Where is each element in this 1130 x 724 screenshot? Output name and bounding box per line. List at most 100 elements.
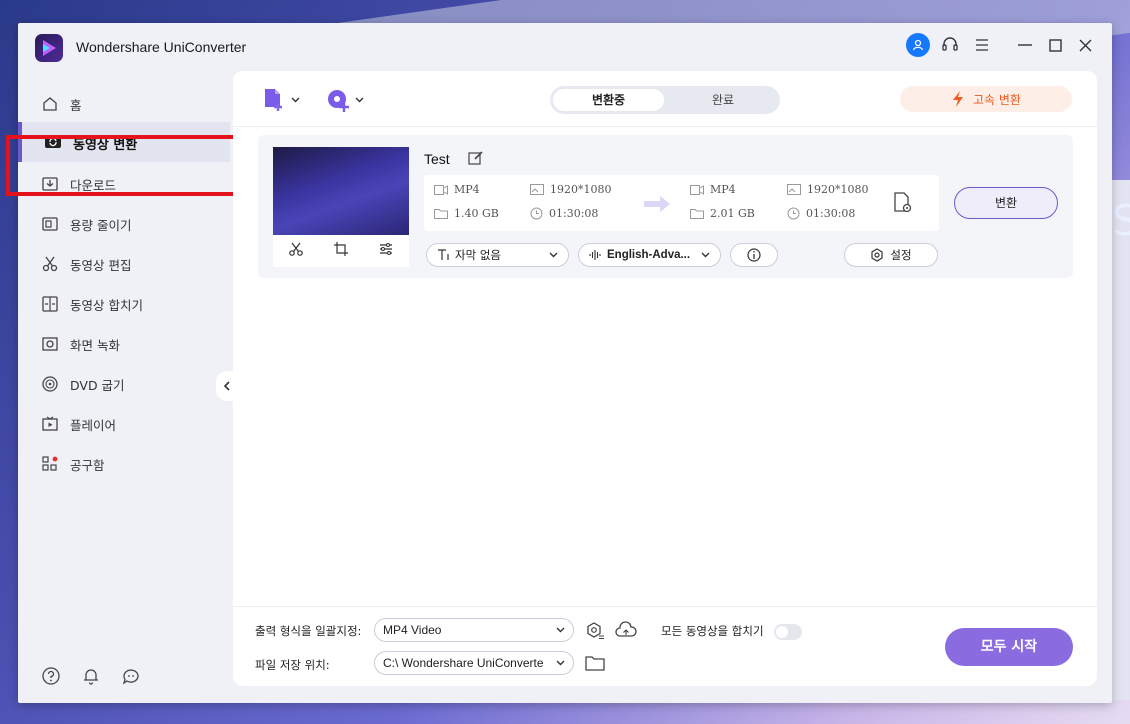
minimize-icon[interactable] xyxy=(1013,33,1037,57)
chevron-down-icon xyxy=(291,97,300,103)
bell-icon[interactable] xyxy=(80,665,102,687)
format-info-box: MP4 1920*1080 1.40 GB 01:30:08 MP4 1920*… xyxy=(424,175,939,231)
add-files-button[interactable] xyxy=(261,87,300,113)
app-window: Wondershare UniConverter 홈 동영상 변환 다운로드 용… xyxy=(6,23,1112,703)
sidebar-item-label: 홈 xyxy=(70,97,82,113)
settings-icon xyxy=(871,248,884,262)
save-location-select[interactable]: C:\ Wondershare UniConverte xyxy=(374,651,574,675)
highlight-box xyxy=(6,135,238,196)
toolbox-icon xyxy=(40,454,60,474)
chevron-down-icon xyxy=(355,97,364,103)
dvd-icon xyxy=(40,374,60,394)
feedback-icon[interactable] xyxy=(120,665,142,687)
tab-converting[interactable]: 변환중 xyxy=(553,89,664,111)
menu-icon[interactable] xyxy=(970,33,994,57)
chevron-left-icon xyxy=(223,381,230,391)
output-settings-icon[interactable] xyxy=(892,191,914,219)
home-icon xyxy=(40,94,60,114)
lightning-icon xyxy=(953,91,963,107)
format-settings-icon[interactable] xyxy=(585,621,605,645)
fast-convert-button[interactable]: 고속 변환 xyxy=(900,86,1072,112)
rename-edit-icon[interactable] xyxy=(468,150,484,170)
crop-icon[interactable] xyxy=(333,241,349,261)
video-format-icon xyxy=(690,184,704,195)
source-duration: 01:30:08 xyxy=(530,207,598,220)
resolution-icon xyxy=(530,184,544,195)
player-icon xyxy=(40,414,60,434)
video-format-icon xyxy=(434,184,448,195)
sidebar-item-compress[interactable]: 용량 줄이기 xyxy=(40,212,131,236)
chevron-down-icon xyxy=(701,252,710,258)
output-format-label: 출력 형식을 일괄지정: xyxy=(255,624,362,638)
background-letter: S xyxy=(1112,196,1130,245)
main-toolbar: 변환중 완료 고속 변환 xyxy=(233,71,1097,127)
sidebar-item-label: 동영상 합치기 xyxy=(70,297,143,313)
sidebar-item-merge[interactable]: 동영상 합치기 xyxy=(40,292,143,316)
close-icon[interactable] xyxy=(1073,33,1097,57)
cloud-icon[interactable] xyxy=(615,621,637,643)
resolution-icon xyxy=(787,184,801,195)
sidebar-item-label: 공구함 xyxy=(70,457,105,473)
info-icon xyxy=(747,248,761,262)
audio-track-select[interactable]: English-Adva... xyxy=(578,243,721,267)
chevron-down-icon xyxy=(556,627,565,633)
tab-done[interactable]: 완료 xyxy=(668,89,778,111)
sidebar-item-video-edit[interactable]: 동영상 편집 xyxy=(40,252,131,276)
sidebar-item-screen-record[interactable]: 화면 녹화 xyxy=(40,332,120,356)
subtitle-select[interactable]: 자막 없음 xyxy=(426,243,569,267)
settings-button[interactable]: 설정 xyxy=(844,243,938,267)
merge-icon xyxy=(40,294,60,314)
info-button[interactable] xyxy=(730,243,778,267)
start-all-button[interactable]: 모두 시작 xyxy=(945,628,1073,666)
merge-all-label: 모든 동영상을 합치기 xyxy=(661,624,764,638)
sidebar: 홈 동영상 변환 다운로드 용량 줄이기 동영상 편집 동영상 합치기 화면 녹… xyxy=(6,69,238,703)
sidebar-item-player[interactable]: 플레이어 xyxy=(40,412,116,436)
add-dvd-icon xyxy=(328,90,349,112)
target-size: 2.01 GB xyxy=(690,207,755,220)
help-icon[interactable] xyxy=(40,665,62,687)
audio-wave-icon xyxy=(589,250,601,260)
screen-record-icon xyxy=(40,334,60,354)
status-tabs: 변환중 완료 xyxy=(550,86,780,114)
target-duration: 01:30:08 xyxy=(787,207,855,220)
sidebar-item-label: DVD 굽기 xyxy=(70,377,125,393)
output-format-select[interactable]: MP4 Video xyxy=(374,618,574,642)
subtitle-text-icon xyxy=(438,249,449,260)
convert-button[interactable]: 변환 xyxy=(954,187,1058,219)
target-format: MP4 xyxy=(690,183,736,196)
chevron-down-icon xyxy=(556,660,565,666)
add-dvd-button[interactable] xyxy=(325,87,364,113)
save-location-label: 파일 저장 위치: xyxy=(255,658,330,672)
sidebar-item-toolbox[interactable]: 공구함 xyxy=(40,452,105,476)
sidebar-item-label: 동영상 편집 xyxy=(70,257,132,273)
sidebar-item-label: 플레이어 xyxy=(70,417,117,433)
support-headset-icon[interactable] xyxy=(938,33,962,57)
chevron-down-icon xyxy=(549,252,558,258)
effects-sliders-icon[interactable] xyxy=(378,241,394,261)
app-title: Wondershare UniConverter xyxy=(76,39,247,55)
video-thumbnail[interactable] xyxy=(273,147,409,235)
sidebar-item-label: 화면 녹화 xyxy=(70,337,120,353)
user-account-icon[interactable] xyxy=(906,33,930,57)
sidebar-item-dvd[interactable]: DVD 굽기 xyxy=(40,372,125,396)
thumbnail-tools xyxy=(273,235,409,267)
background-shape xyxy=(1110,180,1130,700)
title-bar: Wondershare UniConverter xyxy=(18,23,1112,69)
scissors-icon xyxy=(40,254,60,274)
target-resolution: 1920*1080 xyxy=(787,183,869,196)
folder-icon xyxy=(690,209,704,219)
add-file-icon xyxy=(265,89,282,111)
maximize-icon[interactable] xyxy=(1043,33,1067,57)
fast-convert-label: 고속 변환 xyxy=(973,92,1021,107)
open-folder-icon[interactable] xyxy=(585,655,605,675)
trim-scissors-icon[interactable] xyxy=(288,241,304,261)
sidebar-item-home[interactable]: 홈 xyxy=(40,92,82,116)
sidebar-bottom-icons xyxy=(40,665,142,687)
folder-icon xyxy=(434,209,448,219)
app-logo-icon xyxy=(35,34,63,62)
source-format: MP4 xyxy=(434,183,480,196)
clock-icon xyxy=(787,207,800,220)
merge-all-toggle[interactable] xyxy=(774,624,802,640)
convert-arrow-icon xyxy=(644,196,670,212)
source-size: 1.40 GB xyxy=(434,207,499,220)
